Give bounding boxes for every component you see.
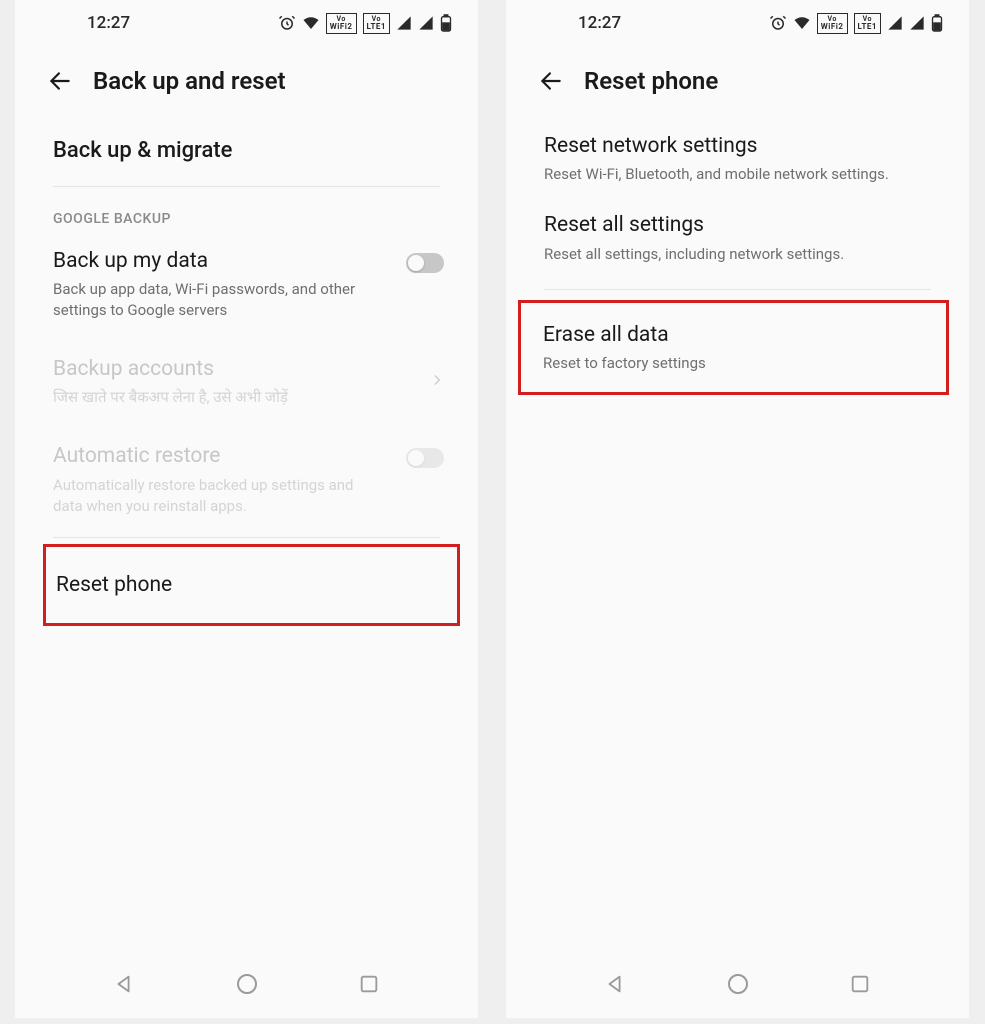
item-subtitle: Reset Wi-Fi, Bluetooth, and mobile netwo… (544, 164, 931, 185)
nav-recents-button[interactable] (355, 970, 383, 998)
volte-badge-icon: VoLTE1 (854, 13, 882, 34)
vowifi-badge-icon: VoWiFi2 (817, 13, 848, 34)
status-icons: VoWiFi2 VoLTE1 (769, 13, 943, 34)
settings-list: Back up & migrate GOOGLE BACKUP Back up … (15, 122, 478, 954)
backup-toggle[interactable] (406, 253, 444, 273)
nav-home-button[interactable] (233, 970, 261, 998)
item-subtitle: Reset all settings, including network se… (544, 244, 931, 265)
page-title: Back up and reset (93, 67, 286, 95)
item-backup-accounts: Backup accounts जिस खाते पर बैकअप लेना ह… (15, 341, 478, 422)
item-title: Back up & migrate (53, 136, 440, 166)
item-erase-all-data[interactable]: Erase all data Reset to factory settings (518, 300, 949, 395)
status-icons: VoWiFi2 VoLTE1 (278, 13, 452, 34)
page-header: Reset phone (506, 46, 969, 122)
back-button[interactable] (536, 66, 566, 96)
status-time: 12:27 (578, 13, 621, 33)
square-recents-icon (849, 973, 871, 995)
item-title: Reset all settings (544, 211, 931, 239)
section-google-backup: GOOGLE BACKUP (15, 193, 478, 233)
page-header: Back up and reset (15, 46, 478, 122)
volte-badge-icon: VoLTE1 (363, 13, 391, 34)
statusbar: 12:27 VoWiFi2 VoLTE1 (506, 0, 969, 46)
alarm-icon (769, 14, 787, 32)
signal-1-icon (396, 15, 412, 31)
wifi-icon (302, 14, 320, 32)
item-reset-network[interactable]: Reset network settings Reset Wi-Fi, Blue… (506, 122, 969, 195)
item-title: Reset network settings (544, 132, 931, 160)
item-reset-phone[interactable]: Reset phone (43, 544, 460, 626)
arrow-left-icon (538, 68, 564, 94)
item-title: Erase all data (543, 321, 932, 349)
navigation-bar (15, 954, 478, 1018)
item-title: Reset phone (56, 571, 445, 599)
item-subtitle: Back up app data, Wi-Fi passwords, and o… (53, 279, 440, 321)
circle-home-icon (235, 972, 259, 996)
status-time: 12:27 (87, 13, 130, 33)
settings-list: Reset network settings Reset Wi-Fi, Blue… (506, 122, 969, 954)
back-button[interactable] (45, 66, 75, 96)
signal-1-icon (887, 15, 903, 31)
circle-home-icon (726, 972, 750, 996)
battery-icon (931, 14, 943, 32)
signal-2-icon (418, 15, 434, 31)
item-title: Backup accounts (53, 355, 440, 383)
battery-icon (440, 14, 452, 32)
alarm-icon (278, 14, 296, 32)
square-recents-icon (358, 973, 380, 995)
item-subtitle: Automatically restore backed up settings… (53, 475, 440, 517)
navigation-bar (506, 954, 969, 1018)
divider (53, 537, 440, 538)
auto-restore-toggle (406, 448, 444, 468)
arrow-left-icon (47, 68, 73, 94)
vowifi-badge-icon: VoWiFi2 (326, 13, 357, 34)
signal-2-icon (909, 15, 925, 31)
wifi-icon (793, 14, 811, 32)
item-backup-migrate[interactable]: Back up & migrate (15, 122, 478, 180)
item-title: Back up my data (53, 247, 440, 275)
statusbar: 12:27 VoWiFi2 VoLTE1 (15, 0, 478, 46)
item-subtitle: जिस खाते पर बैकअप लेना है, उसे अभी जोड़े… (53, 387, 440, 408)
nav-recents-button[interactable] (846, 970, 874, 998)
item-backup-my-data[interactable]: Back up my data Back up app data, Wi-Fi … (15, 233, 478, 335)
page-title: Reset phone (584, 67, 718, 95)
nav-back-button[interactable] (110, 970, 138, 998)
item-reset-all[interactable]: Reset all settings Reset all settings, i… (506, 201, 969, 274)
item-automatic-restore: Automatic restore Automatically restore … (15, 428, 478, 530)
chevron-right-icon (430, 369, 444, 395)
item-subtitle: Reset to factory settings (543, 353, 932, 374)
triangle-back-icon (604, 973, 626, 995)
divider (53, 186, 440, 187)
divider (544, 289, 931, 290)
nav-back-button[interactable] (601, 970, 629, 998)
phone-left: 12:27 VoWiFi2 VoLTE1 Back up and reset B… (15, 0, 478, 1018)
triangle-back-icon (113, 973, 135, 995)
phone-right: 12:27 VoWiFi2 VoLTE1 Reset phone Reset n… (506, 0, 969, 1018)
nav-home-button[interactable] (724, 970, 752, 998)
item-title: Automatic restore (53, 442, 440, 470)
